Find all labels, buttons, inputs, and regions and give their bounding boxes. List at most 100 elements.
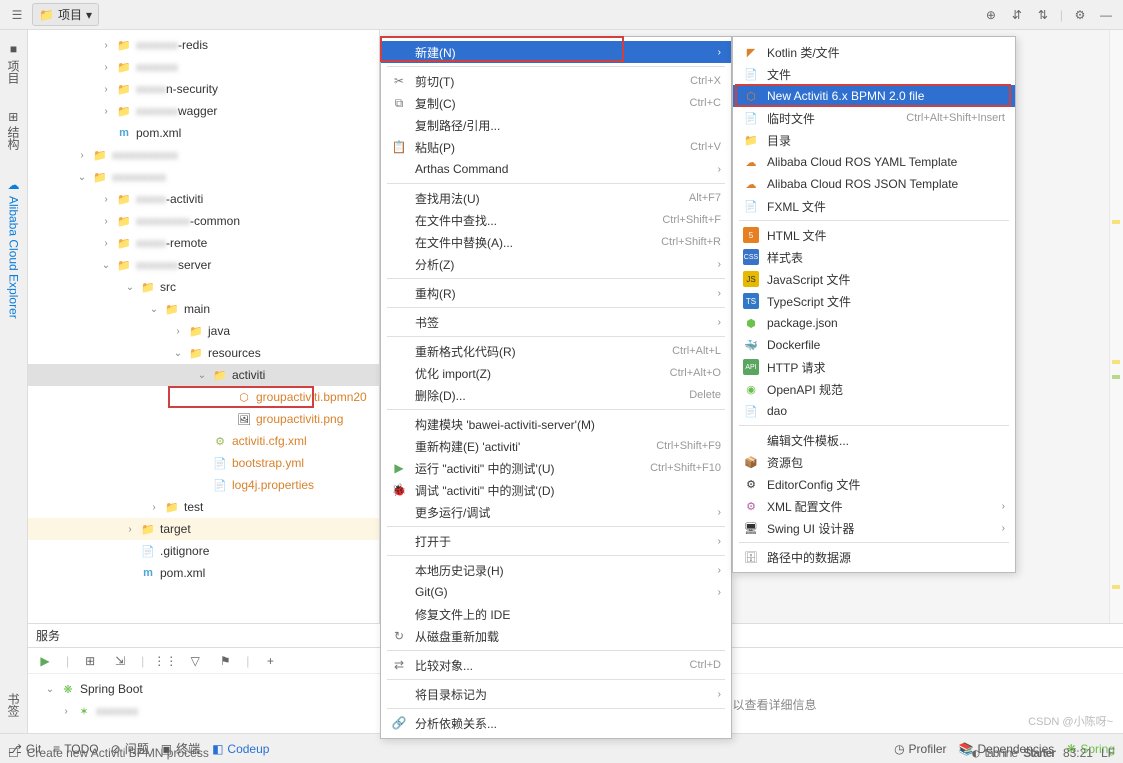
sub-edit-templates[interactable]: 编辑文件模板... [733, 429, 1015, 451]
tree-node[interactable]: ⌄📁xxxxxxxxx [28, 166, 379, 188]
tabnine-logo[interactable]: ◐ tabnine Starter [972, 746, 1055, 760]
tree-file[interactable]: 📄.gitignore [28, 540, 379, 562]
sub-dockerfile[interactable]: 🐳Dockerfile [733, 334, 1015, 356]
run-icon[interactable]: ▶ [36, 652, 54, 670]
menu-analyze-deps[interactable]: 🔗分析依赖关系... [381, 712, 731, 734]
tree-node[interactable]: ⌄📁src [28, 276, 379, 298]
sub-resource-bundle[interactable]: 📦资源包 [733, 451, 1015, 473]
sidebar-tab-project[interactable]: ■项目 [3, 36, 24, 90]
tree-node[interactable]: ⌄📁resources [28, 342, 379, 364]
sub-swing[interactable]: 🖥Swing UI 设计器› [733, 517, 1015, 539]
menu-refactor[interactable]: 重构(R)› [381, 282, 731, 304]
tree-node[interactable]: ›📁test [28, 496, 379, 518]
sub-xml-config[interactable]: ⚙XML 配置文件› [733, 495, 1015, 517]
target-icon[interactable]: ⊕ [982, 6, 1000, 24]
menu-find-usages[interactable]: 查找用法(U)Alt+F7 [381, 187, 731, 209]
menu-cut[interactable]: ✂剪切(T)Ctrl+X [381, 70, 731, 92]
sub-ros-yaml[interactable]: ☁Alibaba Cloud ROS YAML Template [733, 151, 1015, 173]
sub-fxml[interactable]: 📄FXML 文件 [733, 195, 1015, 217]
menu-build-module[interactable]: 构建模块 'bawei-activiti-server'(M) [381, 413, 731, 435]
sidebar-tab-alibaba[interactable]: ☁Alibaba Cloud Explorer [5, 172, 23, 325]
sub-scratch[interactable]: 📄临时文件Ctrl+Alt+Shift+Insert [733, 107, 1015, 129]
menu-arthas[interactable]: Arthas Command› [381, 158, 731, 180]
sidebar-tab-structure[interactable]: ⊞结构 [3, 106, 24, 156]
sub-file[interactable]: 📄文件 [733, 63, 1015, 85]
menu-find-in-files[interactable]: 在文件中查找...Ctrl+Shift+F [381, 209, 731, 231]
sub-html[interactable]: 5HTML 文件 [733, 224, 1015, 246]
sub-js[interactable]: JSJavaScript 文件 [733, 268, 1015, 290]
sub-editorconfig[interactable]: ⚙EditorConfig 文件 [733, 473, 1015, 495]
status-message: Create new Activiti BPMN process [27, 746, 209, 760]
sub-directory[interactable]: 📁目录 [733, 129, 1015, 151]
menu-more-run[interactable]: 更多运行/调试› [381, 501, 731, 523]
menu-compare[interactable]: ⇄比较对象...Ctrl+D [381, 654, 731, 676]
sidebar-tab-bookmarks[interactable]: 书签 [3, 687, 24, 723]
menu-paste[interactable]: 📋粘贴(P)Ctrl+V [381, 136, 731, 158]
expand-all-icon[interactable]: ⇲ [111, 652, 129, 670]
menu-copy[interactable]: ⧉复制(C)Ctrl+C [381, 92, 731, 114]
sub-package-json[interactable]: ⬢package.json [733, 312, 1015, 334]
tree-node[interactable]: ⌄📁main [28, 298, 379, 320]
menu-git[interactable]: Git(G)› [381, 581, 731, 603]
tree-node[interactable]: ›📁xxxxxxxxxxx [28, 144, 379, 166]
tree-node[interactable]: ›📁xxxxxxxwagger [28, 100, 379, 122]
menu-replace-in-files[interactable]: 在文件中替换(A)...Ctrl+Shift+R [381, 231, 731, 253]
tree-node[interactable]: ›📁xxxxxxx-redis [28, 34, 379, 56]
menu-icon[interactable]: ☰ [8, 6, 26, 24]
menu-rebuild[interactable]: 重新构建(E) 'activiti'Ctrl+Shift+F9 [381, 435, 731, 457]
menu-new[interactable]: 新建(N) › [381, 41, 731, 63]
menu-open-in[interactable]: 打开于› [381, 530, 731, 552]
sub-ts[interactable]: TSTypeScript 文件 [733, 290, 1015, 312]
menu-copy-path[interactable]: 复制路径/引用... [381, 114, 731, 136]
sub-ros-json[interactable]: ☁Alibaba Cloud ROS JSON Template [733, 173, 1015, 195]
collapse-icon[interactable]: ⇅ [1034, 6, 1052, 24]
menu-bookmarks[interactable]: 书签› [381, 311, 731, 333]
tree-icon[interactable]: ⊞ [81, 652, 99, 670]
sub-stylesheet[interactable]: CSS样式表 [733, 246, 1015, 268]
menu-debug[interactable]: 🐞调试 "activiti" 中的测试'(D) [381, 479, 731, 501]
sub-new-activiti[interactable]: ⬡New Activiti 6.x BPMN 2.0 file [733, 85, 1015, 107]
tree-file[interactable]: 📄log4j.properties [28, 474, 379, 496]
menu-analyze[interactable]: 分析(Z)› [381, 253, 731, 275]
project-selector[interactable]: 📁 项目 ▾ [32, 3, 99, 26]
tree-node[interactable]: ›📁xxxxxxx [28, 56, 379, 78]
tree-node[interactable]: ›📁xxxxxxxxx-common [28, 210, 379, 232]
tree-file[interactable]: ⬡groupactiviti.bpmn20 [28, 386, 379, 408]
sub-http[interactable]: APIHTTP 请求 [733, 356, 1015, 378]
filter-icon[interactable]: ⋮⋮ [156, 652, 174, 670]
menu-optimize[interactable]: 优化 import(Z)Ctrl+Alt+O [381, 362, 731, 384]
menu-mark-dir[interactable]: 将目录标记为› [381, 683, 731, 705]
tree-node[interactable]: ›📁target [28, 518, 379, 540]
menu-repair-ide[interactable]: 修复文件上的 IDE [381, 603, 731, 625]
status-profiler[interactable]: ◷Profiler [894, 742, 947, 756]
sub-datasource[interactable]: 🗄路径中的数据源 [733, 546, 1015, 568]
services-item[interactable]: ›✶xxxxxxx [36, 700, 370, 722]
minimize-icon[interactable]: — [1097, 6, 1115, 24]
tree-node[interactable]: ›📁xxxxx-activiti [28, 188, 379, 210]
tree-node[interactable]: ⌄📁xxxxxxxserver [28, 254, 379, 276]
tree-file[interactable]: ⚙activiti.cfg.xml [28, 430, 379, 452]
expand-icon[interactable]: ⇵ [1008, 6, 1026, 24]
funnel-icon[interactable]: ▽ [186, 652, 204, 670]
status-codeup[interactable]: ◧Codeup [212, 742, 269, 756]
tree-node-activiti[interactable]: ⌄📁activiti [28, 364, 379, 386]
tree-file[interactable]: mpom.xml [28, 562, 379, 584]
tree-node[interactable]: mpom.xml [28, 122, 379, 144]
add-icon[interactable]: + [261, 652, 279, 670]
services-spring-boot[interactable]: ⌄❋Spring Boot [36, 678, 370, 700]
tree-file[interactable]: 🖼groupactiviti.png [28, 408, 379, 430]
tree-node[interactable]: ›📁java [28, 320, 379, 342]
sub-dao[interactable]: 📄dao [733, 400, 1015, 422]
flag-icon[interactable]: ⚑ [216, 652, 234, 670]
sub-openapi[interactable]: ◉OpenAPI 规范 [733, 378, 1015, 400]
tree-file[interactable]: 📄bootstrap.yml [28, 452, 379, 474]
menu-reload-disk[interactable]: ↻从磁盘重新加载 [381, 625, 731, 647]
sub-kotlin[interactable]: ◤Kotlin 类/文件 [733, 41, 1015, 63]
tree-node[interactable]: ›📁xxxxxn-security [28, 78, 379, 100]
menu-reformat[interactable]: 重新格式化代码(R)Ctrl+Alt+L [381, 340, 731, 362]
tree-node[interactable]: ›📁xxxxx-remote [28, 232, 379, 254]
gear-icon[interactable]: ⚙ [1071, 6, 1089, 24]
menu-local-history[interactable]: 本地历史记录(H)› [381, 559, 731, 581]
menu-delete[interactable]: 删除(D)...Delete [381, 384, 731, 406]
menu-run[interactable]: ▶运行 "activiti" 中的测试'(U)Ctrl+Shift+F10 [381, 457, 731, 479]
